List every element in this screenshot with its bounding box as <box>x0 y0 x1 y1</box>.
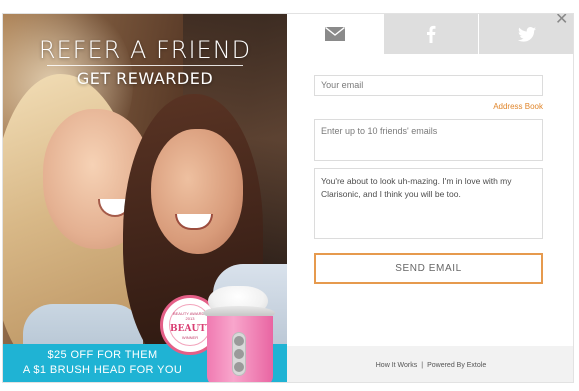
badge-main-text: BEAUTY <box>170 324 213 334</box>
refer-a-friend-modal: REFER A FRIEND GET REWARDED $25 OFF FOR … <box>2 13 574 383</box>
tab-email[interactable] <box>287 14 383 54</box>
facebook-icon <box>427 25 436 43</box>
tab-facebook[interactable] <box>383 14 478 54</box>
brush-button-middle <box>234 349 244 359</box>
twitter-icon <box>518 26 536 42</box>
powered-by-extole-link[interactable]: Powered By Extole <box>427 362 486 369</box>
title-divider <box>47 65 243 66</box>
footer-separator: | <box>421 361 424 369</box>
how-it-works-link[interactable]: How It Works <box>376 362 418 369</box>
brush-button-bottom <box>234 362 244 372</box>
your-email-input[interactable]: Your email <box>314 75 543 96</box>
message-textarea[interactable]: You're about to look uh-mazing. I'm in l… <box>314 168 543 239</box>
hero-subtitle: GET REWARDED <box>76 69 214 88</box>
woman-two-face <box>151 129 243 254</box>
friends-emails-input[interactable]: Enter up to 10 friends' emails <box>314 119 543 161</box>
close-icon[interactable]: ✕ <box>555 14 568 28</box>
send-email-button[interactable]: SEND EMAIL <box>314 253 543 284</box>
badge-bottom-text: WINNER <box>181 335 199 340</box>
mail-icon <box>325 27 345 41</box>
address-book-link[interactable]: Address Book <box>473 102 543 111</box>
promo-line-them: $25 OFF FOR THEM <box>47 349 158 361</box>
hero-title: REFER A FRIEND <box>38 36 252 64</box>
footer: How It Works | Powered By Extole <box>287 346 573 382</box>
promo-line-you: A $1 BRUSH HEAD FOR YOU <box>22 364 183 376</box>
promo-text: $25 OFF FOR THEM A $1 BRUSH HEAD FOR YOU <box>15 348 190 378</box>
brush-button-top <box>234 336 244 346</box>
hero-photo-panel: REFER A FRIEND GET REWARDED $25 OFF FOR … <box>3 14 287 382</box>
